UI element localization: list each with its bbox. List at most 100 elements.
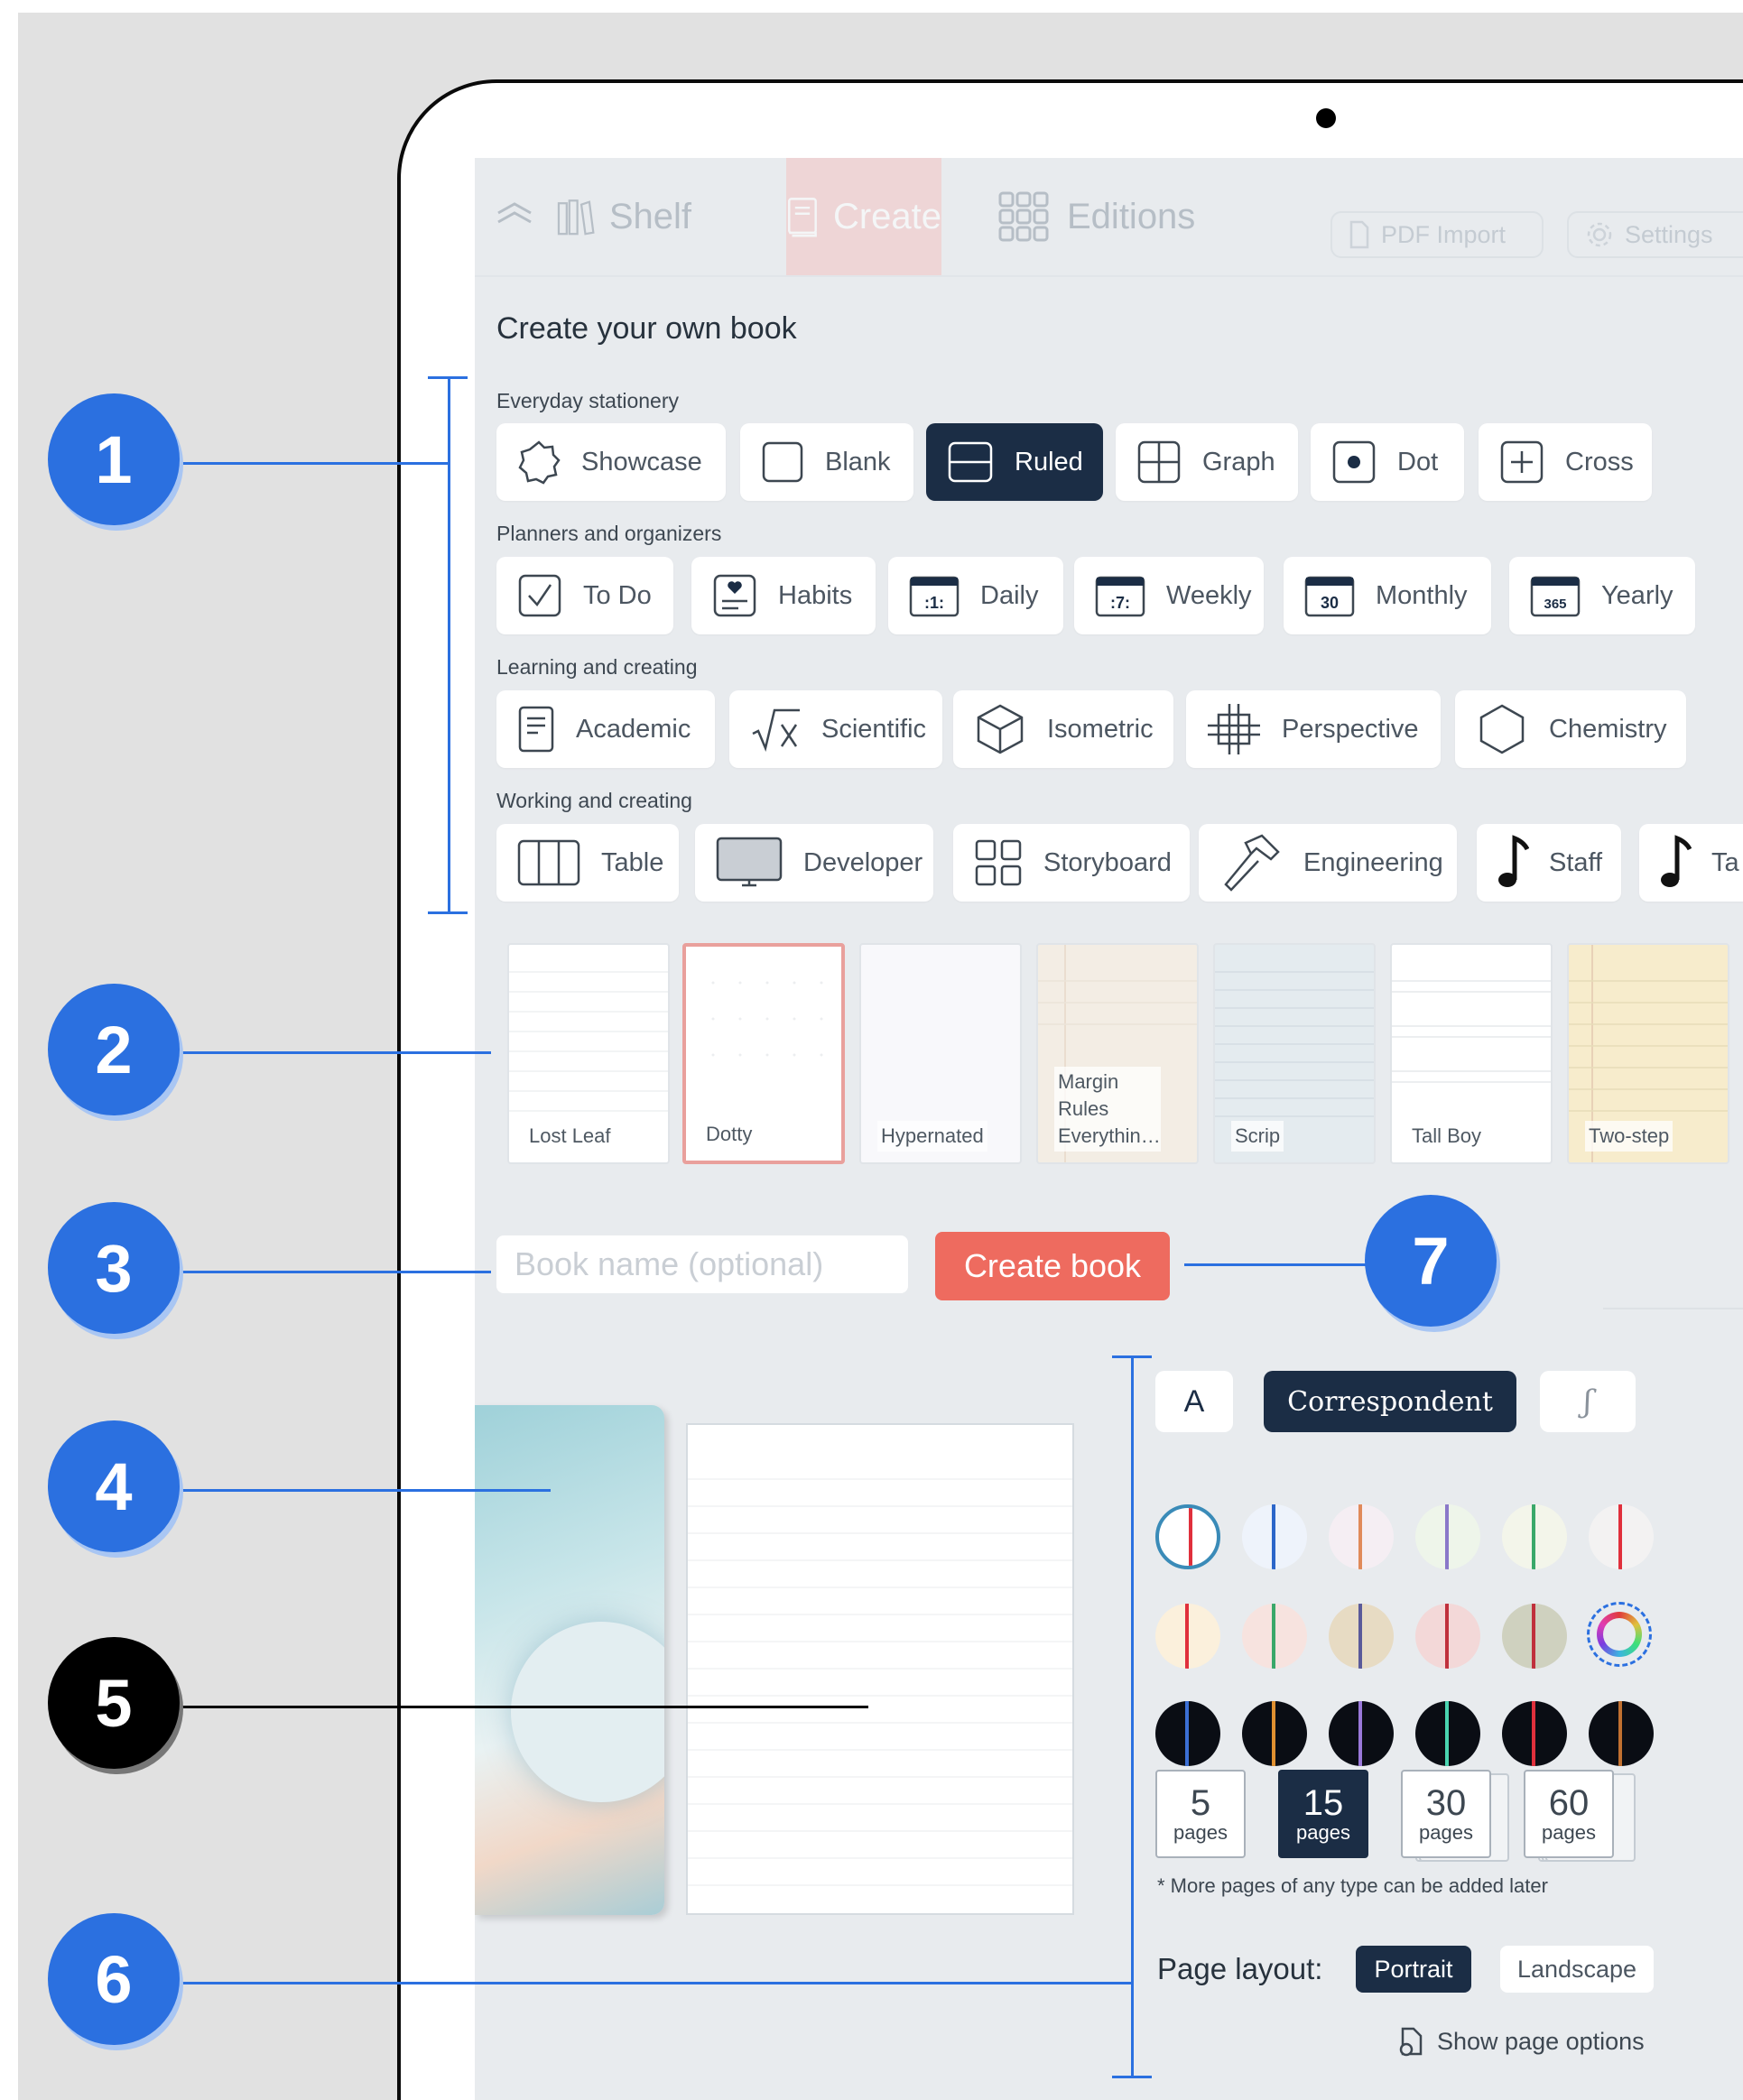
color-swatch[interactable] — [1502, 1604, 1567, 1669]
template-label: Storyboard — [1043, 847, 1172, 877]
pages-30-button[interactable]: 30 pages — [1401, 1770, 1491, 1858]
template-habits[interactable]: Habits — [691, 557, 876, 634]
pages-5-button[interactable]: 5 pages — [1155, 1770, 1246, 1858]
swatch-margin-line — [1185, 1604, 1189, 1669]
color-swatch[interactable] — [1589, 1504, 1654, 1569]
template-monthly[interactable]: 30 Monthly — [1284, 557, 1491, 634]
template-cross[interactable]: Cross — [1479, 423, 1652, 501]
color-swatch[interactable] — [1329, 1504, 1394, 1569]
template-perspective[interactable]: Perspective — [1186, 690, 1441, 768]
book-cover-preview[interactable] — [475, 1405, 664, 1915]
template-engineering[interactable]: Engineering — [1199, 824, 1457, 902]
color-swatch[interactable] — [1155, 1604, 1220, 1669]
monitor-icon — [716, 837, 783, 887]
page-unit: pages — [1419, 1821, 1473, 1844]
settings-label: Settings — [1625, 220, 1713, 248]
template-label: Perspective — [1282, 714, 1419, 744]
paper-hypernated[interactable]: Hypernated — [859, 943, 1022, 1164]
page-preview[interactable] — [686, 1423, 1074, 1915]
template-chemistry[interactable]: Chemistry — [1455, 690, 1686, 768]
bracket-6-cap — [1112, 1355, 1152, 1358]
swatch-margin-line — [1358, 1604, 1362, 1669]
font-correspondent-button[interactable]: Correspondent — [1264, 1371, 1516, 1432]
template-developer[interactable]: Developer — [695, 824, 933, 902]
callout-7: 7 — [1365, 1195, 1497, 1327]
book-name-input[interactable] — [496, 1235, 908, 1293]
paper-scrip[interactable]: Scrip — [1213, 943, 1376, 1164]
paper-label: Two-step — [1585, 1121, 1673, 1152]
hammer-icon — [1224, 834, 1280, 892]
daily-calendar-icon: :1: — [909, 576, 960, 617]
color-swatch[interactable] — [1415, 1701, 1480, 1766]
show-page-options-button[interactable]: Show page options — [1397, 2026, 1645, 2057]
camera-dot — [1316, 108, 1336, 128]
category-planners: Planners and organizers — [496, 522, 722, 545]
paper-margin-rules[interactable]: Margin Rules Everythin… — [1036, 943, 1199, 1164]
daily-icon-number: :1: — [924, 594, 944, 612]
tab-shelf[interactable]: Shelf — [556, 158, 691, 275]
template-todo[interactable]: To Do — [496, 557, 673, 634]
template-tab[interactable]: Ta — [1639, 824, 1743, 902]
swatch-margin-line — [1445, 1504, 1449, 1569]
custom-color-button[interactable] — [1587, 1602, 1652, 1667]
template-yearly[interactable]: 365 Yearly — [1509, 557, 1695, 634]
template-graph[interactable]: Graph — [1116, 423, 1298, 501]
tab-editions[interactable]: Editions — [997, 158, 1195, 275]
color-swatch[interactable] — [1415, 1504, 1480, 1569]
color-swatch[interactable] — [1589, 1701, 1654, 1766]
tab-create[interactable]: Create — [786, 158, 941, 275]
book-icon — [788, 198, 817, 237]
template-label: Academic — [576, 714, 691, 744]
template-isometric[interactable]: Isometric — [953, 690, 1173, 768]
template-table[interactable]: Table — [496, 824, 679, 902]
cross-page-icon — [1500, 440, 1544, 484]
template-ruled[interactable]: Ruled — [926, 423, 1103, 501]
color-swatch[interactable] — [1242, 1701, 1307, 1766]
swatch-margin-line — [1189, 1508, 1192, 1566]
settings-button[interactable]: Settings — [1567, 211, 1743, 258]
landscape-button[interactable]: Landscape — [1500, 1946, 1654, 1993]
portrait-button[interactable]: Portrait — [1356, 1946, 1471, 1993]
pages-15-button[interactable]: 15 pages — [1278, 1770, 1368, 1858]
paper-label: Margin Rules Everythin… — [1054, 1067, 1161, 1152]
template-weekly[interactable]: :7: Weekly — [1074, 557, 1264, 634]
color-swatch[interactable] — [1155, 1701, 1220, 1766]
paper-two-step[interactable]: Two-step — [1567, 943, 1729, 1164]
paper-label: Hypernated — [877, 1121, 987, 1152]
color-swatch[interactable] — [1242, 1504, 1307, 1569]
color-swatch[interactable] — [1502, 1701, 1567, 1766]
paper-tall-boy[interactable]: Tall Boy — [1390, 943, 1553, 1164]
color-swatch[interactable] — [1155, 1504, 1220, 1569]
shelf-icon — [557, 199, 595, 236]
color-swatch[interactable] — [1242, 1604, 1307, 1669]
color-swatch[interactable] — [1415, 1604, 1480, 1669]
template-label: Habits — [778, 580, 853, 610]
color-swatch[interactable] — [1329, 1701, 1394, 1766]
template-showcase[interactable]: Showcase — [496, 423, 726, 501]
font-script-button[interactable]: ʃ — [1540, 1371, 1636, 1432]
template-dot[interactable]: Dot — [1311, 423, 1464, 501]
template-label: Isometric — [1047, 714, 1154, 744]
paper-dotty[interactable]: Dotty — [682, 943, 845, 1164]
template-storyboard[interactable]: Storyboard — [953, 824, 1190, 902]
menu-icon[interactable] — [495, 158, 534, 275]
template-daily[interactable]: :1: Daily — [888, 557, 1063, 634]
callout-line-7 — [1184, 1263, 1374, 1266]
page-count: 15 — [1303, 1783, 1344, 1823]
swatch-margin-line — [1618, 1504, 1622, 1569]
template-scientific[interactable]: Scientific — [729, 690, 942, 768]
create-book-button[interactable]: Create book — [935, 1232, 1170, 1300]
font-sans-button[interactable]: A — [1155, 1371, 1233, 1432]
pdf-import-button[interactable]: PDF Import — [1330, 211, 1544, 258]
swatch-margin-line — [1532, 1701, 1535, 1766]
template-blank[interactable]: Blank — [740, 423, 913, 501]
callout-2: 2 — [48, 984, 180, 1115]
color-swatch[interactable] — [1502, 1504, 1567, 1569]
pages-60-button[interactable]: 60 pages — [1524, 1770, 1614, 1858]
color-swatch[interactable] — [1329, 1604, 1394, 1669]
weekly-icon-number: :7: — [1110, 594, 1130, 612]
grid-icon — [998, 191, 1049, 242]
template-academic[interactable]: Academic — [496, 690, 715, 768]
template-staff[interactable]: Staff — [1477, 824, 1621, 902]
paper-lost-leaf[interactable]: Lost Leaf — [507, 943, 670, 1164]
